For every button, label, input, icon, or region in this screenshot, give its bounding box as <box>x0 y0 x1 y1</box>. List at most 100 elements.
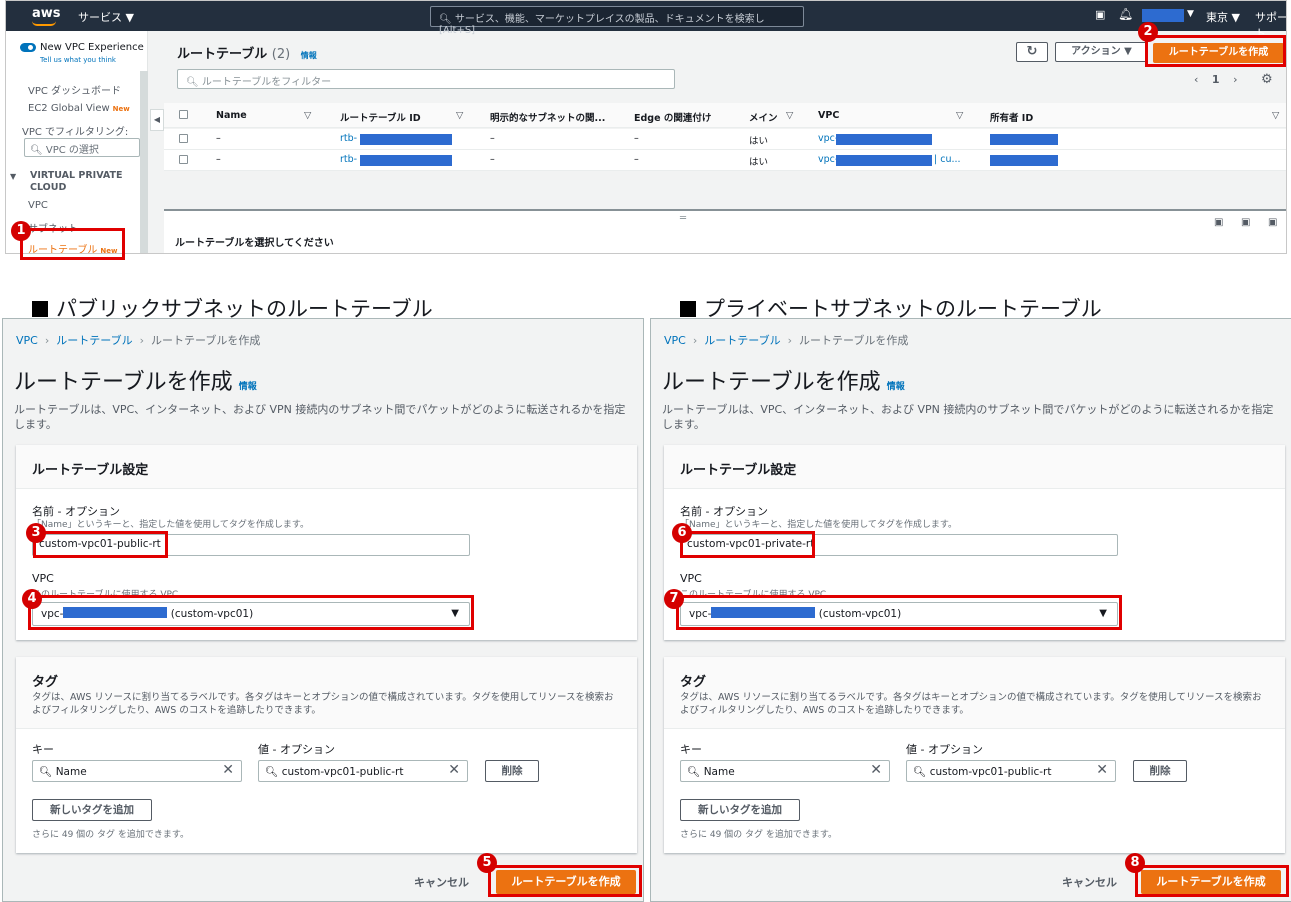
breadcrumb: VPC › ルートテーブル › ルートテーブルを作成 <box>664 332 908 348</box>
card-title: ルートテーブル設定 <box>680 463 797 478</box>
table-row[interactable]: – rtb- – – はい vpc- <box>164 129 1286 150</box>
aws-logo[interactable]: aws <box>32 6 61 21</box>
sort-icon[interactable]: ▽ <box>956 110 963 121</box>
cancel-button[interactable]: キャンセル <box>414 874 469 890</box>
route-table-filter-input[interactable]: 🔍︎ ルートテーブルをフィルター <box>177 69 675 89</box>
cloudshell-icon[interactable]: ▣ <box>1095 8 1105 21</box>
sidebar-item-vpc[interactable]: VPC <box>28 200 48 211</box>
cell-name: – <box>216 133 221 144</box>
cell-edge: – <box>634 154 639 165</box>
drag-handle-icon[interactable]: ═ <box>680 213 686 224</box>
crumb-vpc[interactable]: VPC <box>664 334 686 347</box>
sidebar-group-vpc[interactable]: VIRTUAL PRIVATE CLOUD <box>30 170 150 194</box>
new-experience-label: New VPC Experience <box>40 42 144 53</box>
aws-logo-smile <box>32 21 56 26</box>
col-header-edge[interactable]: Edge の関連付け <box>634 110 711 124</box>
table-header: Name ▽ ルートテーブル ID ▽ 明示的なサブネットの関... Edge … <box>164 103 1286 128</box>
sort-icon[interactable]: ▽ <box>786 110 793 121</box>
layout-hide-icon[interactable]: ▣ <box>1268 217 1277 228</box>
tag-value-input[interactable]: 🔍︎ custom-vpc01-public-rt ✕ <box>906 760 1116 782</box>
collapse-sidebar-button[interactable]: ◀ <box>150 109 164 131</box>
remove-tag-button[interactable]: 削除 <box>1133 760 1187 782</box>
crumb-route-tables[interactable]: ルートテーブル <box>704 334 780 347</box>
col-header-id[interactable]: ルートテーブル ID <box>340 110 421 124</box>
highlight-box <box>28 595 474 630</box>
step-badge-7: 7 <box>664 589 684 609</box>
refresh-button[interactable]: ↻ <box>1016 42 1048 62</box>
crumb-current: ルートテーブルを作成 <box>799 334 909 347</box>
account-redacted[interactable] <box>1142 9 1184 22</box>
caret-down-icon[interactable]: ▼ <box>10 172 16 181</box>
info-link[interactable]: 情報 <box>239 382 257 392</box>
feedback-link[interactable]: Tell us what you think <box>40 56 116 64</box>
sort-icon[interactable]: ▽ <box>1272 110 1279 121</box>
actions-button[interactable]: アクション ▼ <box>1055 42 1148 62</box>
chevron-right-icon: › <box>692 334 698 347</box>
filter-label: VPC でフィルタリング: <box>22 127 129 138</box>
services-menu[interactable]: サービス ▼ <box>78 9 134 25</box>
info-link[interactable]: 情報 <box>301 51 317 60</box>
cancel-button[interactable]: キャンセル <box>1062 874 1117 890</box>
tags-description: タグは、AWS リソースに割り当てるラベルです。各タグはキーとオプションの値で構… <box>680 692 1262 716</box>
clear-icon[interactable]: ✕ <box>870 762 882 778</box>
add-tag-button[interactable]: 新しいタグを追加 <box>32 799 152 821</box>
col-header-name[interactable]: Name <box>216 110 247 121</box>
tags-card: タグ タグは、AWS リソースに割り当てるラベルです。各タグはキーとオプションの… <box>664 657 1285 853</box>
col-header-main[interactable]: メイン <box>749 110 778 124</box>
cell-route-table-id[interactable]: rtb- <box>340 154 357 165</box>
card-title: タグ <box>32 675 59 690</box>
tag-value-input[interactable]: 🔍︎ custom-vpc01-public-rt ✕ <box>258 760 468 782</box>
cell-main: はい <box>749 157 769 168</box>
page-title-text: ルートテーブルを作成 <box>14 370 233 395</box>
sort-icon[interactable]: ▽ <box>456 110 463 121</box>
cell-edge: – <box>634 133 639 144</box>
vpc-filter-select[interactable]: 🔍︎ VPC の選択 <box>24 138 140 157</box>
region-menu[interactable]: 東京 ▼ <box>1206 9 1240 25</box>
step-badge-4: 4 <box>22 589 42 609</box>
sort-icon[interactable]: ▽ <box>304 110 311 121</box>
layout-side-icon[interactable]: ▣ <box>1241 217 1250 228</box>
select-all-checkbox[interactable] <box>179 110 188 119</box>
highlight-box <box>33 531 168 558</box>
row-checkbox[interactable] <box>179 155 188 164</box>
page-title: ルートテーブルを作成 情報 <box>14 364 257 396</box>
search-icon: 🔍︎ <box>39 766 53 778</box>
tag-key-input[interactable]: 🔍︎ Name ✕ <box>680 760 890 782</box>
card-title: ルートテーブル設定 <box>32 463 149 478</box>
crumb-vpc[interactable]: VPC <box>16 334 38 347</box>
crumb-route-tables[interactable]: ルートテーブル <box>56 334 132 347</box>
clear-icon[interactable]: ✕ <box>448 762 460 778</box>
page-number[interactable]: 1 <box>1212 73 1220 86</box>
add-tag-button[interactable]: 新しいタグを追加 <box>680 799 800 821</box>
name-hint: 「Name」というキーと、指定した値を使用してタグを作成します。 <box>680 520 958 530</box>
cell-route-table-id[interactable]: rtb- <box>340 133 357 144</box>
tag-key-input[interactable]: 🔍︎ Name ✕ <box>32 760 242 782</box>
redacted-block <box>836 155 932 166</box>
tag-limit-text: さらに 49 個の タグ を追加できます。 <box>32 830 189 840</box>
layout-bottom-icon[interactable]: ▣ <box>1214 217 1223 228</box>
col-header-owner[interactable]: 所有者 ID <box>990 110 1033 124</box>
info-link[interactable]: 情報 <box>887 382 905 392</box>
clear-icon[interactable]: ✕ <box>222 762 234 778</box>
cell-vpc-name[interactable]: | cu... <box>934 154 961 165</box>
sidebar: New VPC Experience Tell us what you thin… <box>6 31 150 253</box>
route-table-list: ルートテーブル (2) 情報 ↻ アクション ▼ ルートテーブルを作成 🔍︎ ル… <box>164 31 1286 253</box>
sidebar-scrollbar[interactable] <box>140 71 148 253</box>
col-header-subnets[interactable]: 明示的なサブネットの関... <box>490 110 605 124</box>
global-search-input[interactable]: 🔍︎ サービス、機能、マーケットプレイスの製品、ドキュメントを検索し [Alt+… <box>430 6 804 36</box>
step-badge-5: 5 <box>477 853 497 873</box>
table-row[interactable]: – rtb- – – はい vpc- | cu... <box>164 150 1286 171</box>
chevron-down-icon: ▼ <box>1187 9 1194 19</box>
sidebar-item-dashboard[interactable]: VPC ダッシュボード <box>28 82 121 97</box>
row-checkbox[interactable] <box>179 134 188 143</box>
remove-tag-button[interactable]: 削除 <box>485 760 539 782</box>
chevron-right-icon[interactable]: › <box>1233 73 1237 86</box>
search-icon: 🔍︎ <box>439 14 455 25</box>
highlight-box <box>676 595 1122 630</box>
gear-icon[interactable]: ⚙ <box>1261 72 1273 87</box>
sidebar-item-global-view[interactable]: EC2 Global View New <box>28 103 130 114</box>
chevron-left-icon[interactable]: ‹ <box>1194 73 1198 86</box>
col-header-vpc[interactable]: VPC <box>818 110 839 121</box>
bell-icon[interactable]: 🔔︎ <box>1118 7 1133 21</box>
clear-icon[interactable]: ✕ <box>1096 762 1108 778</box>
